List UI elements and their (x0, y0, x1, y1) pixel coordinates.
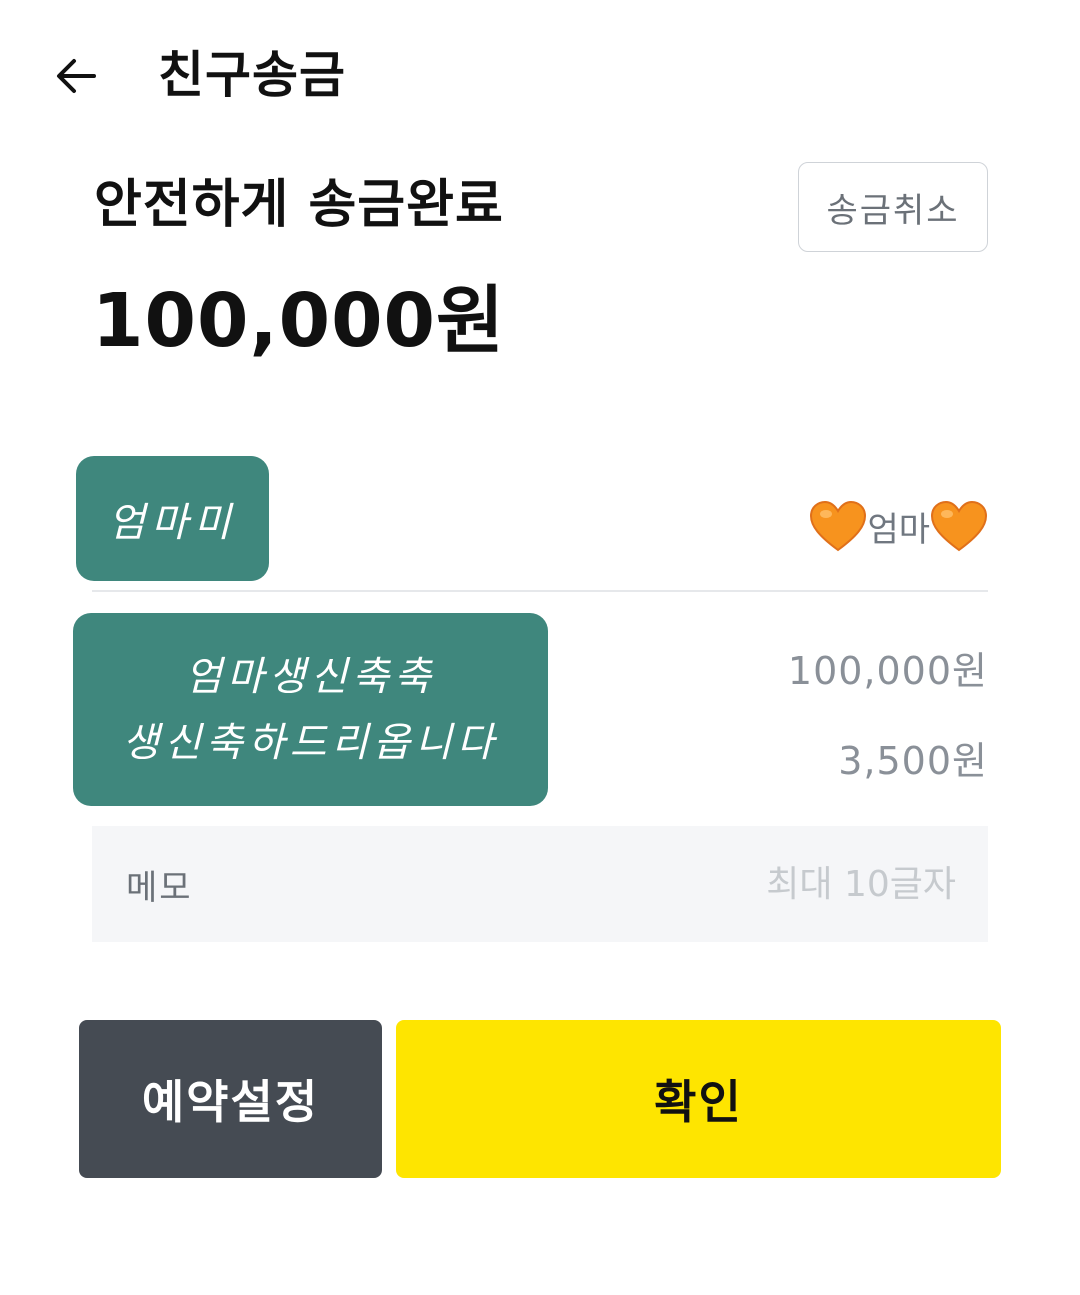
confirm-button[interactable]: 확인 (396, 1020, 1001, 1178)
schedule-button[interactable]: 예약설정 (79, 1020, 382, 1178)
arrow-left-icon (57, 59, 96, 93)
orange-heart-icon (930, 500, 988, 552)
message-sticker-line1: 엄마생신축축 (185, 653, 436, 700)
status-title: 안전하게 송금완료 (94, 175, 504, 235)
recipient-name-row: 엄마 (809, 496, 988, 556)
header-title: 친구송금 (158, 46, 346, 104)
recipient-name: 엄마 (867, 509, 930, 550)
memo-field-container[interactable]: 메모 (92, 826, 988, 942)
divider (92, 590, 988, 592)
send-amount: 100,000원 (787, 649, 988, 693)
transfer-amount: 100,000원 (92, 278, 506, 364)
transfer-complete-screen: 친구송금 안전하게 송금완료 100,000원 송금취소 엄마미 엄마 엄마생신… (0, 0, 1080, 1295)
cancel-transfer-button[interactable]: 송금취소 (798, 162, 988, 252)
memo-input[interactable] (556, 863, 956, 905)
orange-heart-icon (810, 500, 867, 552)
recipient-sticker: 엄마미 (76, 456, 269, 581)
recipient-sticker-text: 엄마미 (108, 499, 237, 546)
message-sticker: 엄마생신축축 생신축하드리옵니다 (73, 613, 548, 806)
fee-amount: 3,500원 (838, 739, 988, 783)
back-button[interactable] (48, 48, 104, 104)
message-sticker-line2: 생신축하드리옵니다 (122, 719, 499, 766)
memo-label: 메모 (126, 867, 193, 908)
